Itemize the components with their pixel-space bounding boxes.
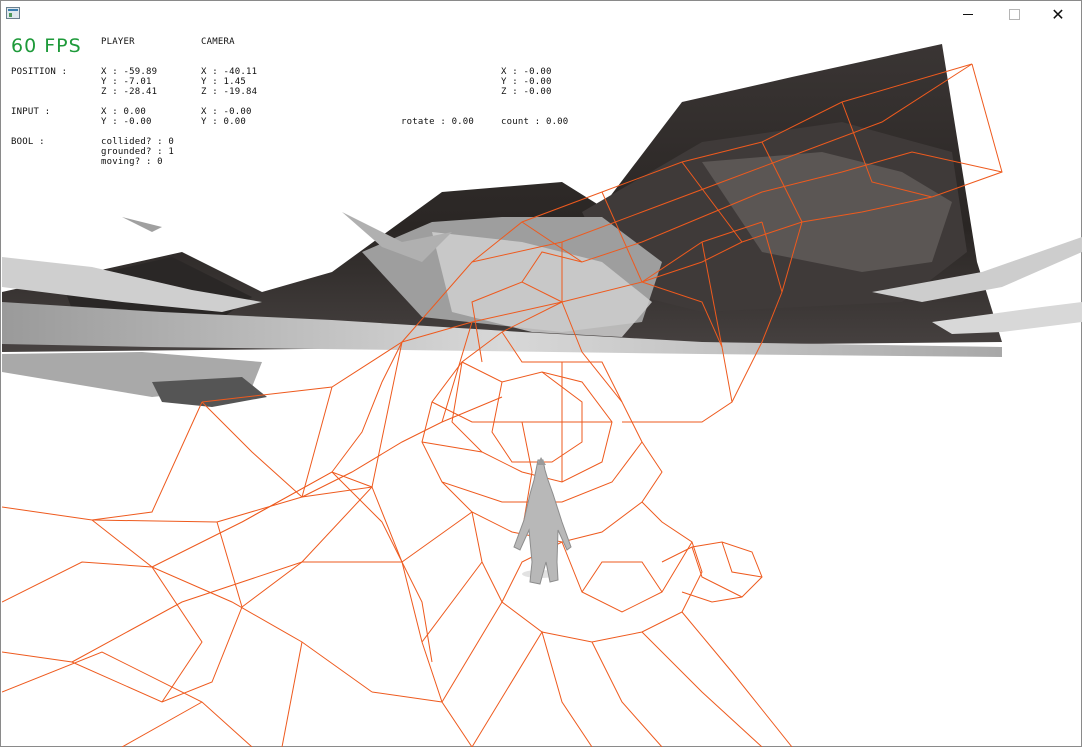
player-header: PLAYER	[101, 37, 135, 47]
minimize-icon	[963, 13, 973, 15]
title-bar[interactable]: ✕	[1, 1, 1081, 27]
bool-label: BOOL :	[11, 137, 45, 147]
count-value: count : 0.00	[501, 117, 569, 127]
extra-position-z: Z : -0.00	[501, 87, 552, 97]
extra-position-x: X : -0.00	[501, 67, 552, 77]
player-position-y: Y : -7.01	[101, 77, 152, 87]
close-button[interactable]: ✕	[1035, 1, 1081, 27]
camera-input-y: Y : 0.00	[201, 117, 246, 127]
collided-flag: collided? : 0	[101, 137, 175, 147]
camera-position-y: Y : 1.45	[201, 77, 246, 87]
position-label: POSITION :	[11, 67, 68, 77]
grounded-flag: grounded? : 1	[101, 147, 175, 157]
input-label: INPUT :	[11, 107, 51, 117]
moving-flag: moving? : 0	[101, 157, 163, 167]
fps-counter: 60 FPS	[11, 35, 82, 57]
terrain-mesh	[2, 44, 1082, 407]
player-input-x: X : 0.00	[101, 107, 146, 117]
player-position-x: X : -59.89	[101, 67, 158, 77]
camera-input-x: X : -0.00	[201, 107, 252, 117]
close-icon: ✕	[1051, 4, 1065, 24]
camera-header: CAMERA	[201, 37, 235, 47]
camera-position-z: Z : -19.84	[201, 87, 258, 97]
rotate-value: rotate : 0.00	[401, 117, 475, 127]
game-window: ✕ 60 FPS PLAYER CAMERA POSITION : X : -5…	[0, 0, 1082, 747]
app-window-icon	[6, 7, 20, 19]
minimize-button[interactable]	[945, 1, 991, 27]
player-position-z: Z : -28.41	[101, 87, 158, 97]
maximize-icon	[1008, 8, 1020, 20]
maximize-button[interactable]	[991, 1, 1037, 27]
extra-position-y: Y : -0.00	[501, 77, 552, 87]
game-viewport[interactable]	[2, 2, 1082, 747]
camera-position-x: X : -40.11	[201, 67, 258, 77]
player-input-y: Y : -0.00	[101, 117, 152, 127]
